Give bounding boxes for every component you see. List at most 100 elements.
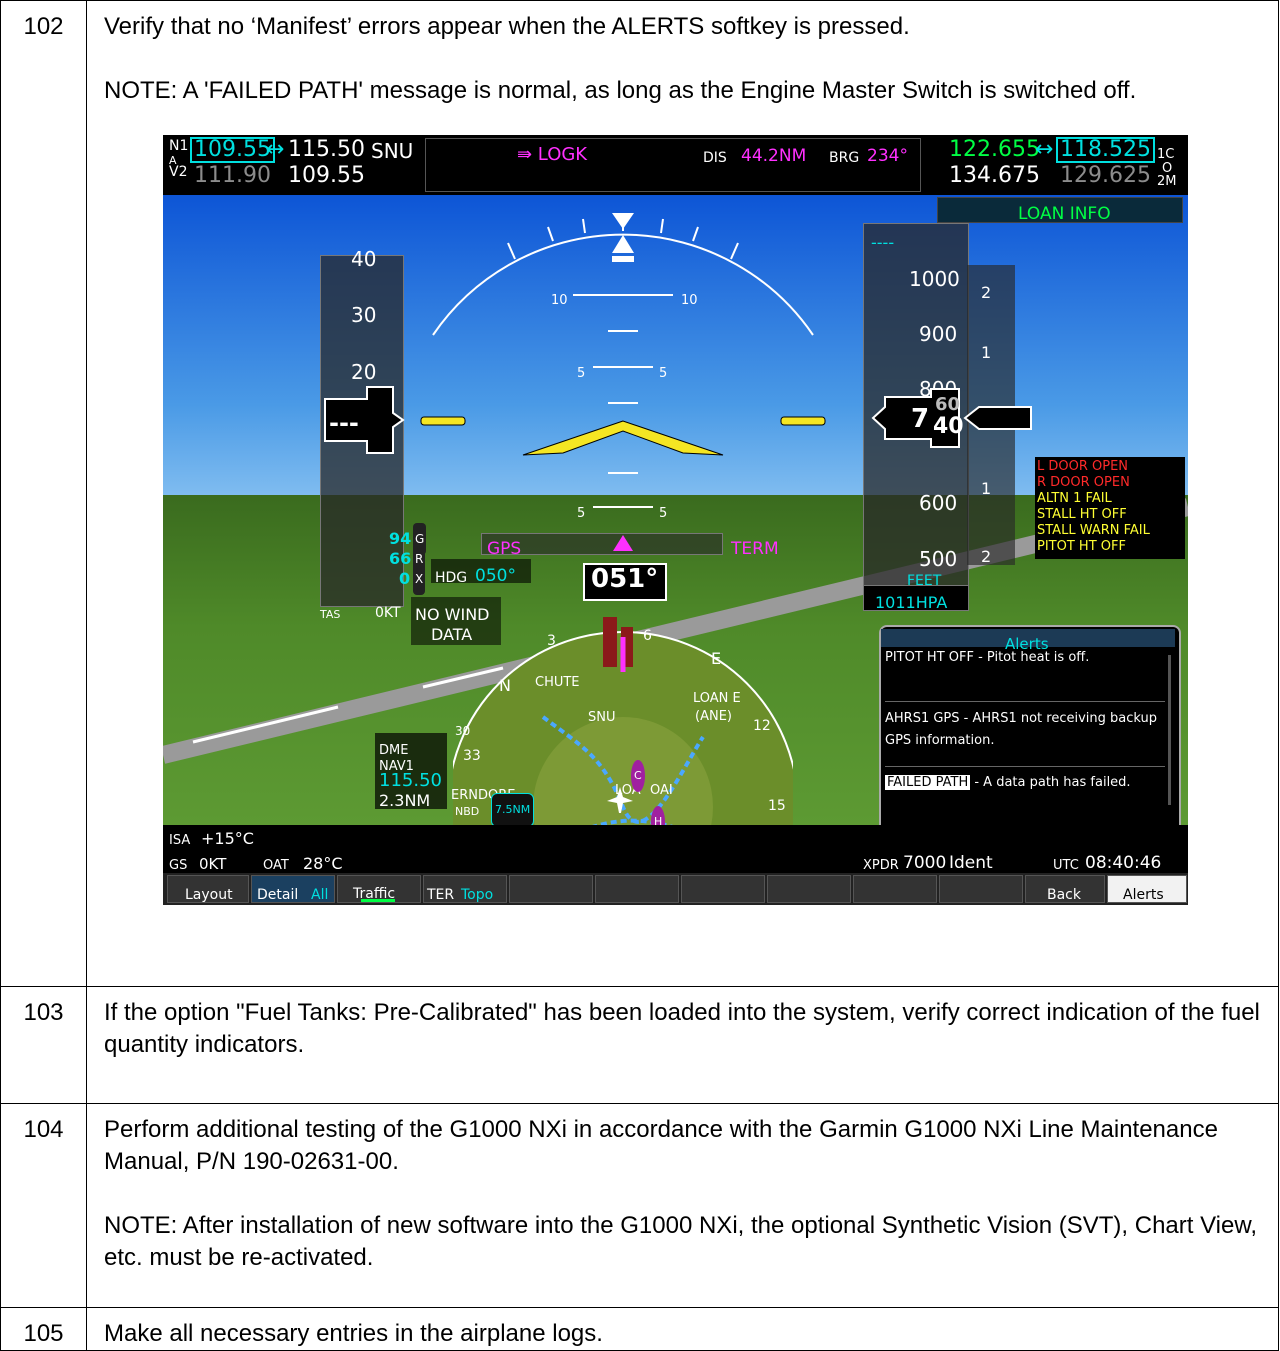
map-range[interactable]: 7.5NM (491, 793, 535, 827)
x-value: 0 (399, 569, 411, 588)
alerts-list: PITOT HT OFF - Pitot heat is off. AHRS1 … (885, 649, 1165, 793)
altitude-readout-main: 7 (911, 404, 930, 434)
compass-e: E (711, 649, 722, 668)
step-instruction: Verify that no ‘Manifest’ errors appear … (104, 13, 910, 40)
step-text: If the option "Fuel Tanks: Pre-Calibrate… (86, 986, 1279, 1104)
tas-value: 0KT (375, 605, 401, 621)
step-text: Verify that no ‘Manifest’ errors appear … (86, 0, 1279, 987)
compass-3: 3 (547, 633, 556, 649)
vsi-1-dn: 1 (981, 479, 992, 498)
pitch-label-5-right-lower: 5 (659, 506, 668, 521)
step-row: 103 If the option "Fuel Tanks: Pre-Calib… (0, 986, 1279, 1104)
alert-item[interactable]: AHRS1 GPS - AHRS1 not receiving backup G… (885, 702, 1165, 767)
cas-message: ALTN 1 FAIL (1037, 491, 1112, 506)
pitch-label-5-left: 5 (577, 366, 586, 381)
alert-item[interactable]: FAILED PATH - A data path has failed. (885, 767, 1165, 793)
step-note: NOTE: After installation of new software… (104, 1212, 1258, 1271)
map-snu: SNU (588, 710, 616, 725)
step-number: 102 (0, 0, 87, 987)
softkey-ter-label: TER (427, 887, 455, 903)
step-number: 105 (0, 1307, 87, 1351)
compass-15: 15 (768, 798, 786, 814)
vsi-2-dn: 2 (981, 547, 992, 566)
step-text: Make all necessary entries in the airpla… (86, 1307, 1279, 1351)
step-instruction: If the option "Fuel Tanks: Pre-Calibrate… (104, 999, 1260, 1058)
airspeed-tick-20: 20 (351, 360, 377, 384)
pitch-label-10-right: 10 (681, 293, 698, 308)
softkey-alerts-label: Alerts (1123, 887, 1164, 903)
altitude-readout-tens: 40 (933, 414, 964, 439)
softkey-layout-label: Layout (185, 887, 233, 903)
map-nbd: NBD (455, 805, 480, 818)
alert-tag: AHRS1 GPS (885, 711, 960, 726)
cdi-mode: TERM (731, 539, 779, 559)
slip-pointer (612, 235, 634, 253)
altitude-bug: ---- (871, 233, 895, 252)
compass-12: 12 (753, 718, 771, 734)
map-oai: OAI (650, 783, 673, 798)
softkey-blank[interactable] (509, 875, 593, 903)
softkey-blank[interactable] (767, 875, 851, 903)
softkey-detail-label: Detail (257, 887, 299, 903)
alert-tag: FAILED PATH (885, 775, 971, 790)
cas-list: L DOOR OPEN R DOOR OPEN ALTN 1 FAIL STAL… (1037, 459, 1185, 555)
compass-30: 30 (455, 724, 471, 738)
left-wing-bar (420, 416, 466, 426)
pitch-label-10-left: 10 (551, 293, 568, 308)
step-row: 102 Verify that no ‘Manifest’ errors app… (0, 0, 1279, 987)
alerts-scrollbar[interactable] (1168, 655, 1171, 805)
softkey-blank[interactable] (939, 875, 1023, 903)
cdi-needle (613, 535, 633, 551)
softkey-ter-value: Topo (461, 887, 494, 903)
cas-message: PITOT HT OFF (1037, 539, 1126, 554)
alert-text: - Pitot heat is off. (973, 650, 1090, 665)
pitch-label-5-right: 5 (659, 366, 668, 381)
airspeed-tick-30: 30 (351, 303, 377, 327)
step-text: Perform additional testing of the G1000 … (86, 1103, 1279, 1308)
step-row: 105 Make all necessary entries in the ai… (0, 1307, 1279, 1351)
baro-setting[interactable]: 1011HPA (875, 587, 947, 619)
pitch-label-5-left-lower: 5 (577, 506, 586, 521)
cdi-source: GPS (487, 539, 522, 559)
step-note: NOTE: A 'FAILED PATH' message is normal,… (104, 77, 1137, 104)
alt-tick-1000: 1000 (909, 267, 960, 291)
softkey-blank[interactable] (595, 875, 679, 903)
right-wing-bar (780, 416, 826, 426)
dme-distance: 2.3NM (379, 791, 431, 810)
vsi-2-up: 2 (981, 283, 992, 302)
compass-n: N (499, 676, 511, 695)
map-ane: (ANE) (695, 709, 732, 724)
pfd-screenshot: N1 A V2 109.55 ↔ 115.50 SNU 111.90 109.5… (163, 135, 1188, 905)
cas-message: STALL WARN FAIL (1037, 523, 1150, 538)
alert-item[interactable]: PITOT HT OFF - Pitot heat is off. (885, 649, 1165, 702)
step-instruction: Make all necessary entries in the airpla… (104, 1320, 603, 1347)
map-chute: CHUTE (535, 675, 580, 690)
heading-readout: 051° (591, 564, 659, 594)
vsi-1-up: 1 (981, 343, 992, 362)
tas-label: TAS (320, 608, 341, 621)
own-aircraft-icon (607, 787, 633, 813)
alt-tick-900: 900 (919, 322, 958, 346)
step-number: 103 (0, 986, 87, 1104)
airspeed-tick-40: 40 (351, 247, 377, 271)
cas-message: R DOOR OPEN (1037, 475, 1130, 490)
hdg-label: HDG (435, 570, 468, 586)
cas-message: L DOOR OPEN (1037, 459, 1129, 474)
step-number: 104 (0, 1103, 87, 1308)
alert-tag: PITOT HT OFF (885, 650, 974, 665)
alt-tick-600: 600 (919, 491, 958, 515)
step-instruction: Perform additional testing of the G1000 … (104, 1116, 1218, 1175)
aircraft-symbol (522, 420, 724, 456)
compass-6: 6 (643, 628, 652, 644)
softkey-detail-value: All (311, 887, 329, 903)
alert-text: - A data path has failed. (970, 775, 1131, 790)
airspeed-readout: --- (329, 409, 359, 437)
softkey-blank[interactable] (681, 875, 765, 903)
roll-pointer (612, 213, 634, 229)
softkey-back-label: Back (1047, 887, 1081, 903)
softkey-blank[interactable] (853, 875, 937, 903)
x-label: X (413, 563, 426, 595)
cas-message: STALL HT OFF (1037, 507, 1127, 522)
step-row: 104 Perform additional testing of the G1… (0, 1103, 1279, 1308)
traffic-active-indicator (361, 899, 395, 902)
